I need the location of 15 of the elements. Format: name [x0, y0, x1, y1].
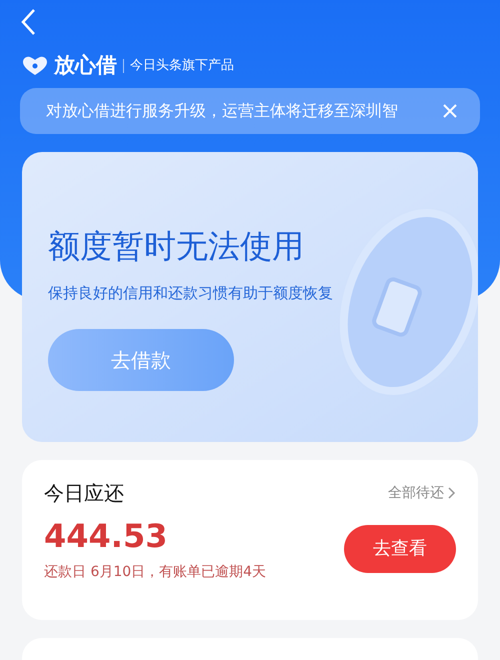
brand-tagline: 今日头条旗下产品 [130, 57, 234, 76]
due-note: 还款日 6月10日，有账单已逾期4天 [44, 563, 266, 582]
brand-name: 放心借 [54, 52, 117, 80]
notice-text: 对放心借进行服务升级，运营主体将迁移至深圳智 [46, 100, 398, 122]
logo-icon [22, 56, 48, 76]
borrow-button[interactable]: 去借款 [48, 328, 234, 390]
hero-title: 额度暂时无法使用 [48, 226, 305, 267]
close-icon[interactable] [442, 103, 458, 119]
repayment-title: 今日应还 [44, 480, 124, 507]
hero-subtitle: 保持良好的信用和还款习惯有助于额度恢复 [48, 283, 334, 304]
back-icon[interactable] [20, 8, 36, 36]
amount-due: 444.53 [44, 516, 168, 557]
view-button[interactable]: 去查看 [344, 524, 456, 572]
chevron-right-icon [448, 487, 456, 499]
all-pending-link[interactable]: 全部待还 [388, 482, 456, 504]
